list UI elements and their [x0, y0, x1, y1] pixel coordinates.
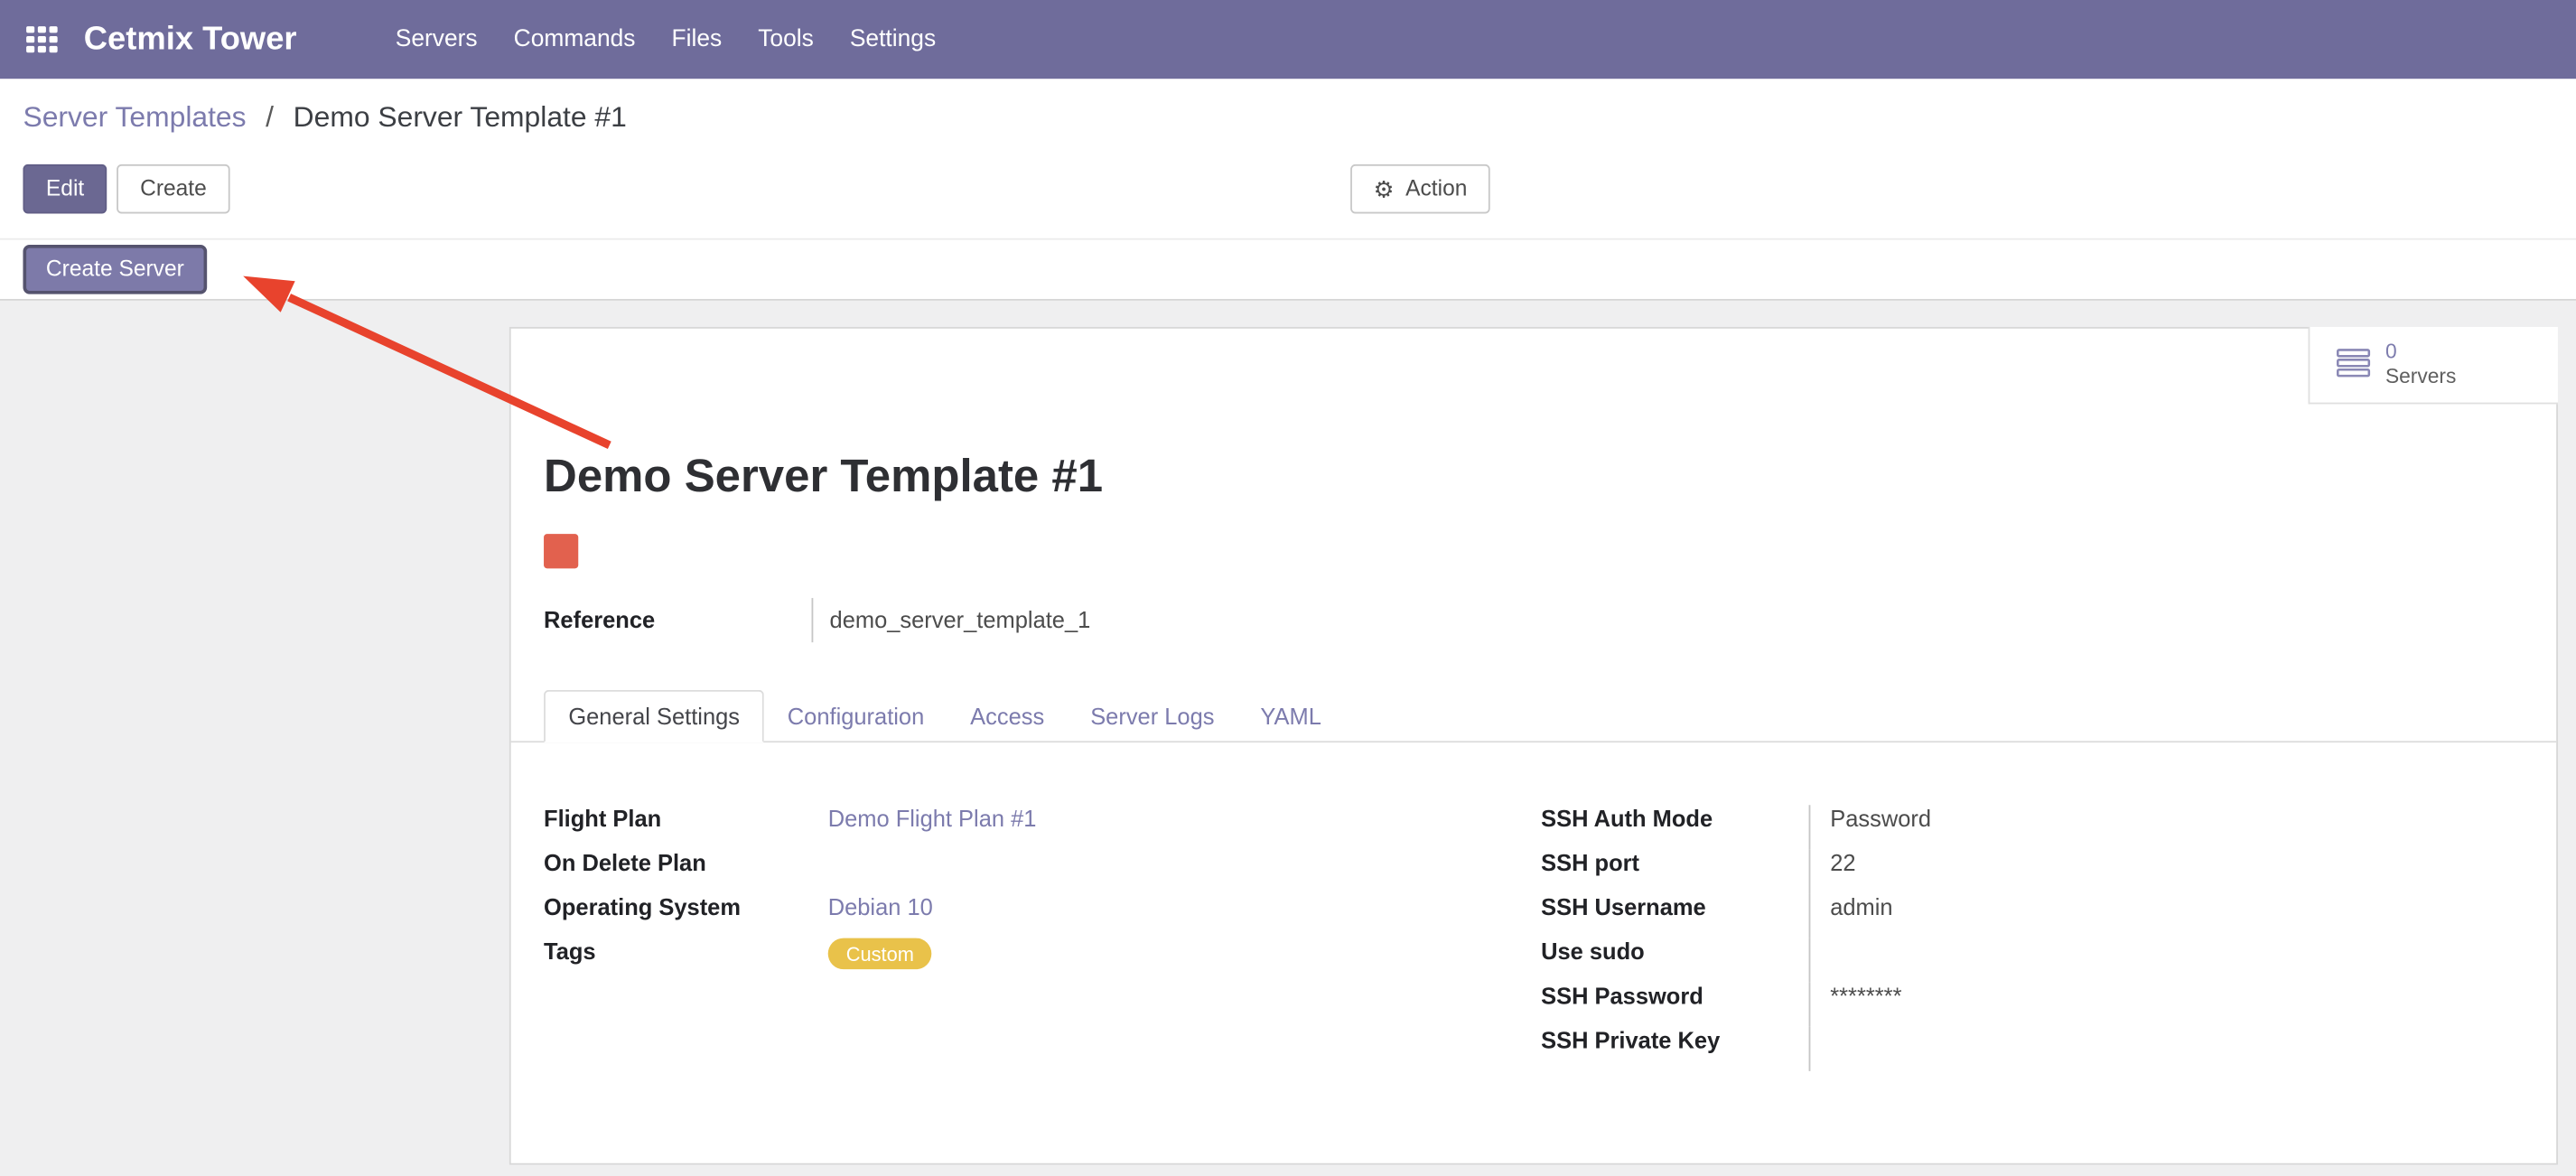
create-button[interactable]: Create	[117, 164, 230, 214]
record-sheet: 0 Servers Demo Server Template #1 Refere…	[509, 327, 2558, 1165]
field-label: SSH Username	[1541, 893, 1808, 919]
field-group-right: SSH Auth Mode Password SSH port 22 SSH U…	[1541, 805, 2524, 1071]
field-value: admin	[1809, 893, 2524, 938]
breadcrumb-current: Demo Server Template #1	[294, 100, 627, 133]
field-label: Use sudo	[1541, 938, 1808, 965]
breadcrumb-parent[interactable]: Server Templates	[23, 100, 246, 133]
field-value	[1809, 1027, 2524, 1071]
menu-files[interactable]: Files	[672, 26, 723, 52]
field-label: Operating System	[544, 893, 811, 919]
breadcrumb-separator: /	[266, 100, 274, 133]
tab-yaml[interactable]: YAML	[1237, 692, 1344, 742]
field-row-flight-plan: Flight Plan Demo Flight Plan #1	[544, 805, 1541, 849]
field-row-on-delete-plan: On Delete Plan	[544, 849, 1541, 893]
servers-count: 0	[2385, 341, 2456, 365]
field-row-ssh-private-key: SSH Private Key	[1541, 1027, 2524, 1071]
control-panel: Server Templates / Demo Server Template …	[0, 79, 2576, 301]
reference-value: demo_server_template_1	[812, 598, 2524, 642]
field-value: ********	[1809, 983, 2524, 1027]
field-row-tags: Tags Custom	[544, 938, 1541, 983]
field-value: Debian 10	[812, 893, 1542, 919]
tag-custom[interactable]: Custom	[828, 938, 932, 970]
field-row-ssh-auth-mode: SSH Auth Mode Password	[1541, 805, 2524, 849]
gear-icon: ⚙	[1374, 177, 1395, 200]
tab-general-settings[interactable]: General Settings	[544, 690, 764, 742]
field-label: SSH Auth Mode	[1541, 805, 1808, 831]
notebook-tabs: General Settings Configuration Access Se…	[511, 690, 2556, 742]
color-swatch[interactable]	[544, 534, 578, 568]
menu-commands[interactable]: Commands	[514, 26, 636, 52]
field-row-operating-system: Operating System Debian 10	[544, 893, 1541, 938]
field-value	[1809, 938, 2524, 983]
content-area: 0 Servers Demo Server Template #1 Refere…	[0, 301, 2576, 1176]
field-row-use-sudo: Use sudo	[1541, 938, 2524, 983]
app-window: Cetmix Tower Servers Commands Files Tool…	[0, 0, 2576, 1174]
menu-tools[interactable]: Tools	[758, 26, 814, 52]
top-navbar: Cetmix Tower Servers Commands Files Tool…	[0, 0, 2576, 79]
field-label: SSH port	[1541, 849, 1808, 875]
field-label: Flight Plan	[544, 805, 811, 831]
servers-stat-button[interactable]: 0 Servers	[2309, 327, 2558, 404]
field-value: Demo Flight Plan #1	[812, 805, 1542, 831]
field-row-ssh-port: SSH port 22	[1541, 849, 2524, 893]
breadcrumb: Server Templates / Demo Server Template …	[23, 100, 626, 135]
main-menu: Servers Commands Files Tools Settings	[396, 26, 936, 52]
app-brand[interactable]: Cetmix Tower	[84, 21, 297, 59]
servers-label: Servers	[2385, 365, 2456, 389]
field-label: SSH Password	[1541, 983, 1808, 1009]
flight-plan-link[interactable]: Demo Flight Plan #1	[828, 805, 1037, 831]
action-button-label: Action	[1405, 174, 1467, 204]
tab-configuration[interactable]: Configuration	[764, 692, 947, 742]
field-value: Password	[1809, 805, 2524, 849]
field-row-ssh-password: SSH Password ********	[1541, 983, 2524, 1027]
view-toolbar: Create Server	[0, 238, 2576, 299]
tab-server-logs[interactable]: Server Logs	[1068, 692, 1237, 742]
reference-label: Reference	[544, 598, 811, 642]
field-value: Custom	[812, 938, 1542, 970]
operating-system-link[interactable]: Debian 10	[828, 893, 933, 919]
field-row-ssh-username: SSH Username admin	[1541, 893, 2524, 938]
action-button[interactable]: ⚙ Action	[1350, 164, 1490, 214]
field-groups: Flight Plan Demo Flight Plan #1 On Delet…	[544, 805, 2524, 1071]
reference-field-row: Reference demo_server_template_1	[544, 598, 2524, 642]
record-buttons: Edit Create	[23, 164, 229, 214]
menu-settings[interactable]: Settings	[850, 26, 936, 52]
apps-menu-icon[interactable]	[26, 26, 58, 52]
menu-servers[interactable]: Servers	[396, 26, 478, 52]
field-label: On Delete Plan	[544, 849, 811, 875]
edit-button[interactable]: Edit	[23, 164, 107, 214]
field-label: SSH Private Key	[1541, 1027, 1808, 1053]
field-group-left: Flight Plan Demo Flight Plan #1 On Delet…	[544, 805, 1541, 1071]
servers-icon	[2336, 348, 2370, 382]
tab-access[interactable]: Access	[947, 692, 1068, 742]
field-value: 22	[1809, 849, 2524, 893]
create-server-button[interactable]: Create Server	[23, 245, 207, 294]
record-title: Demo Server Template #1	[544, 450, 1103, 502]
field-label: Tags	[544, 938, 811, 965]
servers-stat-text: 0 Servers	[2385, 341, 2456, 390]
